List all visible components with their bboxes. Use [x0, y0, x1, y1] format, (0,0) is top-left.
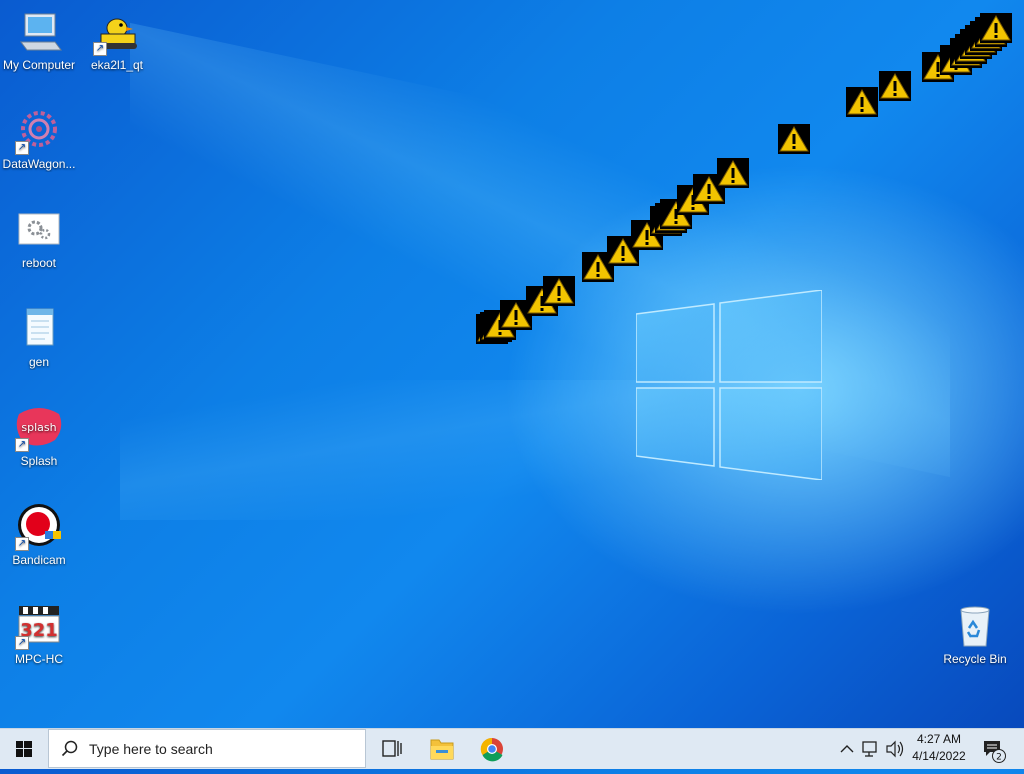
taskbar: Type here to search 4:27 AM 4/14/2022 2 — [0, 728, 1024, 769]
desktop-icon-label: My Computer — [2, 58, 76, 72]
desktop-icon-label: Splash — [20, 454, 58, 468]
shortcut-arrow-icon: ↗ — [93, 42, 107, 56]
taskbar-search-box[interactable]: Type here to search — [48, 729, 366, 768]
warning-icon — [717, 158, 749, 188]
start-button[interactable] — [0, 729, 48, 769]
chevron-up-icon — [840, 745, 854, 753]
desktop-icon-label: Recycle Bin — [943, 652, 1007, 666]
desktop-icon-label: eka2l1_qt — [90, 58, 144, 72]
shortcut-arrow-icon: ↗ — [15, 537, 29, 551]
splash-icon: splash ↗ — [15, 404, 63, 452]
warning-icon — [778, 124, 810, 154]
desktop-icon-recycle-bin[interactable]: Recycle Bin — [937, 602, 1013, 667]
bandicam-icon: ↗ — [15, 503, 63, 551]
windows-start-icon — [16, 741, 32, 757]
file-explorer-button[interactable] — [418, 729, 466, 769]
notification-count: 2 — [996, 753, 1002, 763]
computer-icon — [15, 8, 63, 56]
shortcut-arrow-icon: ↗ — [15, 636, 29, 650]
windows-logo-wallpaper — [636, 290, 822, 480]
warning-icon — [846, 87, 878, 117]
clock-date: 4/14/2022 — [912, 749, 966, 763]
light-beam — [130, 22, 950, 478]
desktop-icon-mpc-hc[interactable]: 321 ↗ MPC-HC — [1, 602, 77, 667]
gear-cluster-icon: ↗ — [15, 107, 63, 155]
warning-icon — [980, 13, 1012, 43]
notifications-button[interactable]: 2 — [978, 729, 1008, 769]
show-hidden-icons-button[interactable] — [836, 729, 858, 769]
shortcut-arrow-icon: ↗ — [15, 141, 29, 155]
desktop-icon-label: reboot — [21, 256, 57, 270]
task-view-button[interactable] — [368, 729, 416, 769]
desktop-icon-eka2l1[interactable]: ↗ eka2l1_qt — [79, 8, 155, 73]
desktop-icon-my-computer[interactable]: My Computer — [1, 8, 77, 73]
desktop-icon-datawagon[interactable]: ↗ DataWagon... — [1, 107, 77, 172]
network-icon — [862, 741, 877, 757]
task-view-icon — [382, 740, 402, 757]
desktop-icon-reboot[interactable]: reboot — [1, 206, 77, 271]
file-explorer-icon — [430, 739, 454, 760]
clock-time: 4:27 AM — [916, 732, 962, 746]
desktop-icon-splash[interactable]: splash ↗ Splash — [1, 404, 77, 469]
desktop-icon-label: DataWagon... — [2, 157, 76, 171]
recycle-bin-icon — [951, 602, 999, 650]
splash-logo-text: splash — [21, 421, 56, 434]
warning-icon — [543, 276, 575, 306]
network-button[interactable] — [860, 729, 882, 769]
duck-tank-icon: ↗ — [93, 8, 141, 56]
notepad-icon — [15, 305, 63, 353]
search-icon — [61, 740, 78, 757]
clock-button[interactable]: 4:27 AM 4/14/2022 — [900, 731, 978, 765]
desktop-icon-gen[interactable]: gen — [1, 305, 77, 370]
gears-icon — [15, 206, 63, 254]
chrome-button[interactable] — [468, 729, 516, 769]
desktop-icon-label: Bandicam — [12, 553, 66, 567]
desktop-icon-label: MPC-HC — [15, 652, 63, 666]
mpc-hc-icon: 321 ↗ — [15, 602, 63, 650]
desktop-icon-label: gen — [28, 355, 50, 369]
notification-icon: 2 — [984, 741, 1006, 763]
search-placeholder: Type here to search — [89, 741, 213, 757]
shortcut-arrow-icon: ↗ — [15, 438, 29, 452]
chrome-icon — [480, 737, 503, 762]
warning-icon — [879, 71, 911, 101]
desktop-icon-bandicam[interactable]: ↗ Bandicam — [1, 503, 77, 568]
